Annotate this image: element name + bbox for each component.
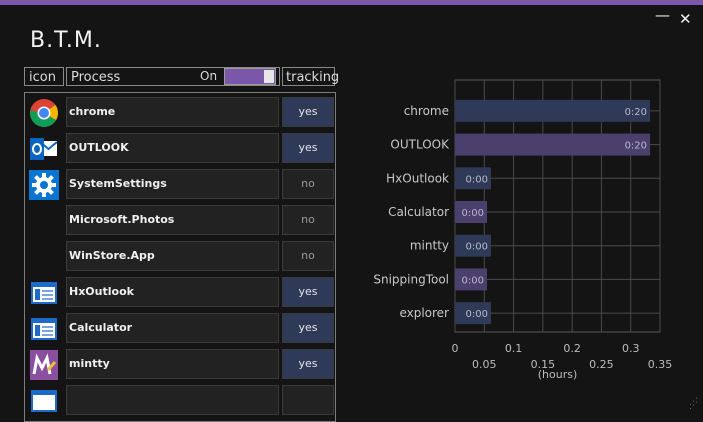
tracking-toggle-label: On: [200, 69, 218, 83]
process-list[interactable]: chrome yes OUTLOOK yes SystemSettings no…: [24, 92, 336, 422]
tracking-button[interactable]: no: [282, 205, 334, 235]
process-name[interactable]: [66, 385, 279, 415]
bar-value-label: 0:00: [466, 174, 488, 185]
generic-app-window-icon: [28, 314, 60, 344]
tracking-button[interactable]: [282, 385, 334, 415]
process-name[interactable]: Calculator: [66, 313, 279, 343]
window-accent-bar: [0, 0, 703, 5]
process-name[interactable]: SystemSettings: [66, 169, 279, 199]
process-row-hxoutlook[interactable]: HxOutlook yes: [25, 277, 335, 309]
process-name[interactable]: mintty: [66, 349, 279, 379]
bar-value-label: 0:00: [466, 309, 488, 320]
tracking-button[interactable]: yes: [282, 277, 334, 307]
x-tick-label: 0: [452, 342, 459, 355]
x-tick-label: 0.2: [563, 342, 581, 355]
column-header-icon: icon: [24, 67, 64, 86]
generic-app-window-icon: [28, 278, 60, 308]
process-row-winstore-app[interactable]: WinStore.App no: [25, 241, 335, 273]
y-category-label: HxOutlook: [386, 171, 449, 185]
settings-gear-icon: [28, 170, 60, 200]
tracking-button[interactable]: yes: [282, 349, 334, 379]
bar-outlook: [455, 133, 651, 156]
x-tick-label: 0.25: [589, 358, 614, 371]
y-category-label: OUTLOOK: [390, 138, 450, 152]
usage-chart: 00.050.10.150.20.250.30.350:20chrome0:20…: [373, 79, 673, 381]
process-row-chrome[interactable]: chrome yes: [25, 97, 335, 129]
x-tick-label: 0.35: [648, 358, 673, 371]
process-row-calculator[interactable]: Calculator yes: [25, 313, 335, 345]
app-title: B.T.M.: [30, 28, 102, 53]
process-name[interactable]: Microsoft.Photos: [66, 205, 279, 235]
bar-value-label: 0:00: [462, 208, 484, 219]
chrome-icon: [28, 98, 60, 128]
y-category-label: chrome: [404, 104, 449, 118]
tracking-toggle[interactable]: [224, 68, 276, 85]
process-row-partial[interactable]: [25, 385, 335, 417]
tracking-button[interactable]: yes: [282, 97, 334, 127]
tracking-button[interactable]: no: [282, 169, 334, 199]
x-tick-label: 0.3: [622, 342, 640, 355]
outlook-icon: [28, 134, 60, 164]
x-tick-label: 0.05: [472, 358, 497, 371]
process-row-systemsettings[interactable]: SystemSettings no: [25, 169, 335, 201]
tracking-button[interactable]: no: [282, 241, 334, 271]
tracking-button[interactable]: yes: [282, 313, 334, 343]
y-category-label: SnippingTool: [373, 272, 449, 286]
bar-value-label: 0:20: [625, 107, 647, 118]
process-row-microsoft-photos[interactable]: Microsoft.Photos no: [25, 205, 335, 237]
process-name[interactable]: OUTLOOK: [66, 133, 279, 163]
bar-chrome: [455, 99, 651, 122]
mintty-icon: [28, 350, 60, 380]
bar-value-label: 0:00: [462, 275, 484, 286]
y-category-label: mintty: [410, 239, 449, 253]
generic-app-window-icon: [28, 386, 60, 416]
x-axis-label: (hours): [538, 368, 578, 381]
process-name[interactable]: chrome: [66, 97, 279, 127]
y-category-label: explorer: [399, 306, 449, 320]
column-header-process-label: Process: [71, 70, 121, 85]
bar-value-label: 0:20: [625, 141, 647, 152]
y-category-label: Calculator: [388, 205, 449, 219]
process-row-mintty[interactable]: mintty yes: [25, 349, 335, 381]
close-button[interactable]: ✕: [679, 10, 692, 28]
tracking-button[interactable]: yes: [282, 133, 334, 163]
process-row-outlook[interactable]: OUTLOOK yes: [25, 133, 335, 165]
process-name[interactable]: WinStore.App: [66, 241, 279, 271]
toggle-knob[interactable]: [264, 70, 274, 83]
resize-grip-icon[interactable]: ⋰ ⋰: [689, 398, 698, 411]
minimize-button[interactable]: —: [655, 6, 670, 24]
bar-value-label: 0:00: [466, 242, 488, 253]
process-name[interactable]: HxOutlook: [66, 277, 279, 307]
column-header-tracking: tracking: [282, 67, 339, 86]
x-tick-label: 0.1: [505, 342, 523, 355]
